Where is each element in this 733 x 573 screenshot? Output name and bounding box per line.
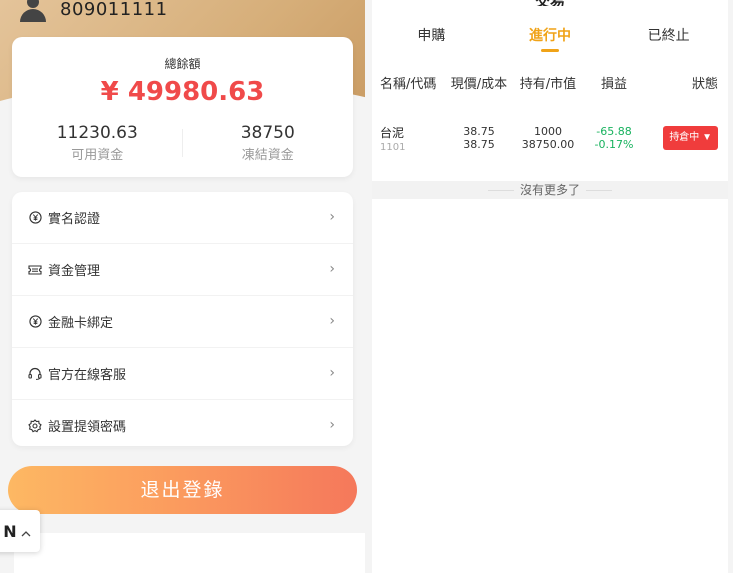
- yen-circle-icon: [28, 211, 42, 225]
- frozen-funds: 38750 凍結資金: [183, 123, 354, 163]
- available-funds: 11230.63 可用資金: [12, 123, 183, 163]
- headset-icon: [28, 367, 42, 381]
- stock-name: 台泥: [380, 125, 405, 140]
- total-balance-value: ¥ 49980.63: [100, 77, 265, 107]
- column-header-price-cost: 現價/成本: [450, 76, 508, 92]
- status-dropdown-button[interactable]: 持倉中 ▼: [663, 126, 718, 150]
- chevron-right-icon: ›: [329, 261, 335, 277]
- account-menu: 實名認證 › 資金管理 › 金融卡綁定 › 官方在線客服 › 設置提領密碼 ›: [12, 192, 353, 446]
- menu-item-set-withdrawal-password[interactable]: 設置提領密碼 ›: [12, 400, 353, 451]
- balance-card: 總餘額 ¥ 49980.63 11230.63 可用資金 38750 凍結資金: [12, 37, 353, 177]
- tab-subscribe[interactable]: 申購: [372, 16, 491, 56]
- language-letter: N: [3, 521, 17, 541]
- menu-item-fund-management[interactable]: 資金管理 ›: [12, 244, 353, 296]
- trade-tabs: 申購 進行中 已終止: [372, 16, 728, 56]
- menu-item-real-name-verification[interactable]: 實名認證 ›: [12, 192, 353, 244]
- active-tab-indicator: [541, 49, 559, 52]
- bottom-area: [14, 533, 365, 573]
- stock-code: 1101: [380, 141, 406, 153]
- tab-terminated[interactable]: 已終止: [609, 16, 728, 56]
- tab-label: 已終止: [647, 28, 690, 44]
- market-value: 38750.00: [521, 138, 575, 151]
- no-more-text: 沒有更多了: [519, 183, 580, 197]
- tab-in-progress[interactable]: 進行中: [491, 16, 610, 56]
- menu-item-label: 金融卡綁定: [48, 316, 114, 331]
- menu-item-bank-card-binding[interactable]: 金融卡綁定 ›: [12, 296, 353, 348]
- chevron-right-icon: ›: [329, 313, 335, 329]
- current-price: 38.75: [463, 125, 495, 138]
- right-edge: [728, 0, 733, 573]
- language-switcher[interactable]: N: [0, 510, 40, 552]
- table-row[interactable]: 台泥 1101 38.75 38.75 1000 38750.00 -65.88…: [372, 114, 728, 162]
- available-funds-label: 可用資金: [71, 148, 124, 163]
- column-header-status: 狀態: [691, 76, 718, 92]
- chevron-up-icon: [21, 522, 31, 541]
- available-funds-value: 11230.63: [56, 123, 138, 143]
- tab-label: 申購: [417, 28, 446, 44]
- total-balance-label: 總餘額: [164, 57, 201, 71]
- column-header-pnl: 損益: [600, 76, 627, 92]
- menu-item-label: 資金管理: [48, 264, 101, 279]
- user-info: 809011111: [18, 0, 168, 22]
- column-header-name-code: 名稱/代碼: [380, 76, 437, 92]
- hold-quantity: 1000: [534, 125, 562, 138]
- yen-circle-icon: [28, 315, 42, 329]
- settings-gear-icon: [28, 418, 42, 433]
- no-more-indicator: 沒有更多了: [372, 181, 728, 199]
- menu-item-online-customer-service[interactable]: 官方在線客服 ›: [12, 348, 353, 400]
- pnl-percent: -0.17%: [594, 138, 634, 151]
- frozen-funds-value: 38750: [240, 123, 295, 143]
- chevron-right-icon: ›: [329, 417, 335, 433]
- trade-title: 交易: [372, 0, 728, 6]
- column-header-hold-value: 持有/市值: [519, 76, 577, 92]
- panel-gap: [365, 0, 372, 573]
- user-avatar-icon: [18, 0, 48, 22]
- frozen-funds-label: 凍結資金: [241, 148, 294, 163]
- account-panel: 809011111 總餘額 ¥ 49980.63 11230.63 可用資金 3…: [0, 0, 365, 573]
- ticket-icon: [28, 263, 42, 277]
- pnl-amount: -65.88: [596, 125, 632, 138]
- cost-price: 38.75: [463, 138, 495, 151]
- divider-line: [487, 190, 514, 191]
- divider-line: [586, 190, 612, 191]
- menu-item-label: 設置提領密碼: [48, 420, 127, 435]
- menu-item-label: 官方在線客服: [48, 368, 127, 383]
- trade-panel: 交易 申購 進行中 已終止 名稱/代碼 現價/成本 持有/市值 損益 狀態 台泥…: [372, 0, 728, 573]
- table-header: 名稱/代碼 現價/成本 持有/市值 損益 狀態: [372, 62, 728, 102]
- logout-button[interactable]: 退出登錄: [8, 466, 357, 514]
- menu-item-label: 實名認證: [48, 212, 101, 227]
- chevron-right-icon: ›: [329, 209, 335, 225]
- chevron-right-icon: ›: [329, 365, 335, 381]
- user-id: 809011111: [60, 0, 168, 20]
- tab-label: 進行中: [529, 28, 571, 44]
